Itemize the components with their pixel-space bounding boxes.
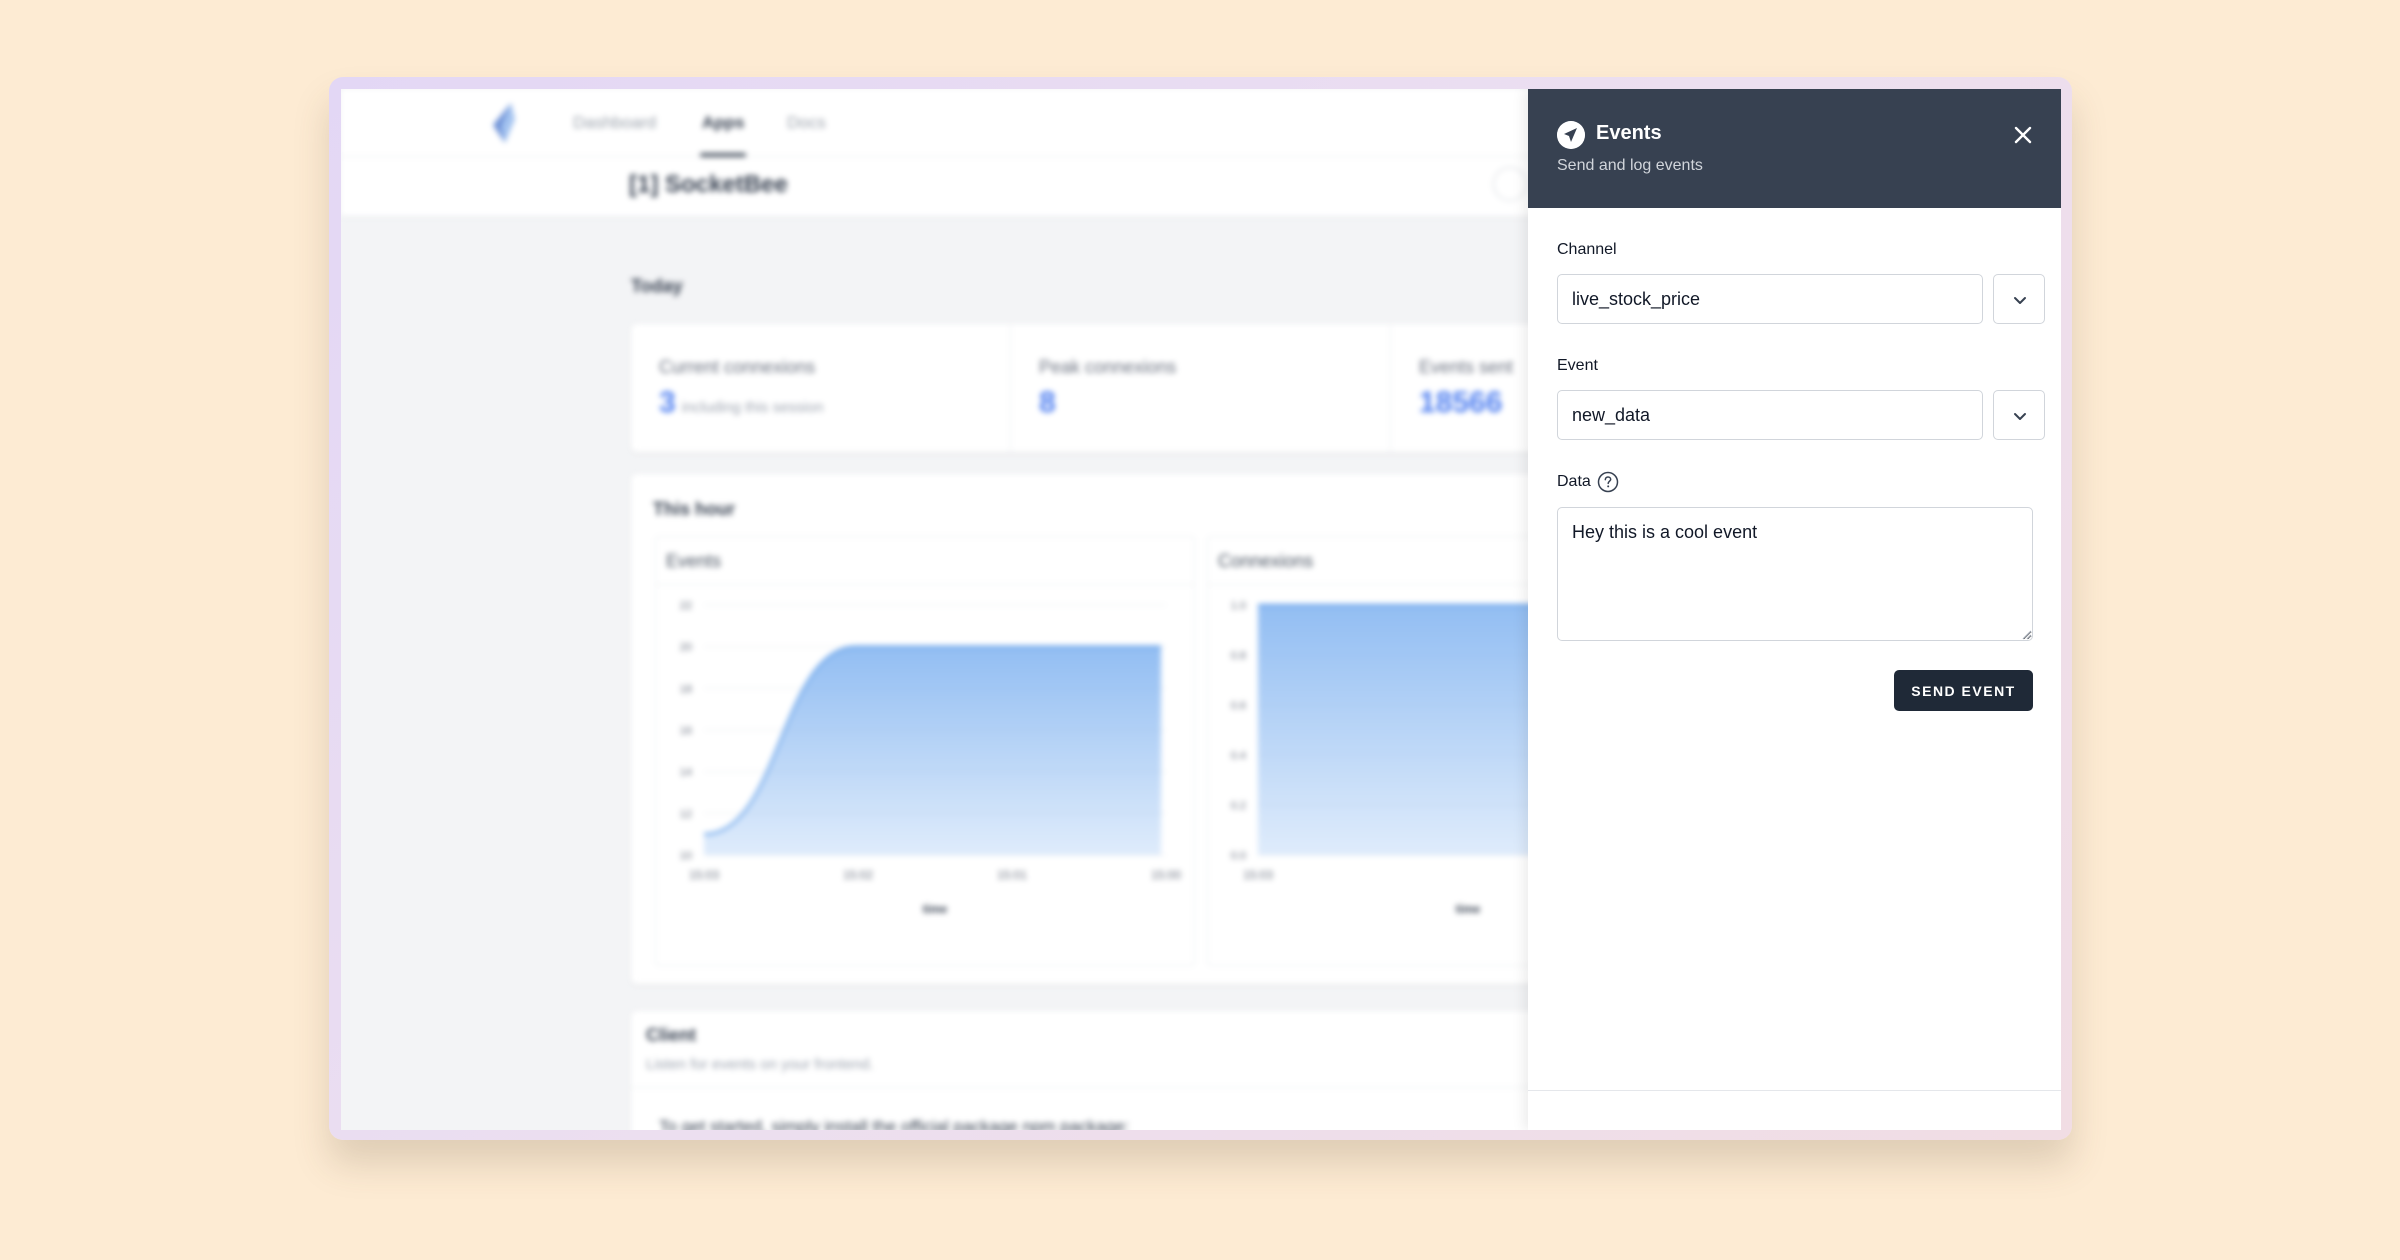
drawer-title: Events <box>1596 122 1662 144</box>
x-axis-label: time <box>1456 902 1481 916</box>
data-textarea[interactable]: Hey this is a cool event <box>1557 507 2033 641</box>
data-label: Data <box>1557 473 1591 490</box>
today-heading: Today <box>631 276 683 296</box>
event-label: Event <box>1557 357 1598 374</box>
x-tick-label: 15:01 <box>997 868 1027 882</box>
series-area <box>704 646 1161 855</box>
chart-header: Events <box>656 537 1194 585</box>
stat-value: 18566 <box>1419 386 1503 419</box>
y-tick-label: 22 <box>680 600 692 612</box>
drawer-subtitle: Send and log events <box>1557 157 1703 174</box>
channel-dropdown-button[interactable] <box>1993 274 2045 324</box>
app-title: [1] SocketBee <box>629 171 788 198</box>
nav-docs[interactable]: Docs <box>787 113 826 133</box>
y-tick-label: 12 <box>680 808 692 820</box>
y-tick-label: 0.6 <box>1231 700 1246 712</box>
app-logo-icon[interactable] <box>481 99 525 147</box>
resize-handle-icon[interactable] <box>2020 628 2032 640</box>
stat-value: 3 including this session <box>659 386 824 419</box>
channel-label: Channel <box>1557 241 1617 258</box>
y-tick-label: 1.0 <box>1231 600 1246 612</box>
help-circle-icon[interactable] <box>1597 471 1619 493</box>
stat-current-connexions: Current connexions 3 including this sessi… <box>631 324 1011 452</box>
events-chart: 22 20 18 16 14 12 10 15:03 15:02 15:01 15:00 time <box>680 600 1182 916</box>
y-tick-label: 0.0 <box>1231 850 1246 862</box>
event-input[interactable] <box>1557 390 1983 440</box>
app-screen: Dashboard Apps Docs [1] SocketBee Today … <box>341 89 2061 1130</box>
divider <box>631 1087 1631 1088</box>
x-axis-label: time <box>923 902 948 916</box>
x-tick-label: 15:03 <box>1243 868 1273 882</box>
paper-plane-icon <box>1557 121 1585 149</box>
client-subtitle: Listen for events on your frontend. <box>646 1056 874 1073</box>
chart-title: Connexions <box>1218 551 1314 571</box>
events-chart-card: Events 22 20 18 16 14 12 10 15:03 15:02 15:01 15:0… <box>655 536 1195 966</box>
drawer-footer-divider <box>1528 1090 2061 1091</box>
y-tick-label: 14 <box>680 767 692 779</box>
y-tick-label: 0.4 <box>1231 750 1246 762</box>
events-drawer: Events Send and log events Channel Event… <box>1528 89 2061 1130</box>
x-tick-label: 15:03 <box>689 868 719 882</box>
y-tick-label: 0.2 <box>1231 800 1246 812</box>
client-title: Client <box>646 1025 697 1045</box>
app-menu-button[interactable] <box>1493 167 1527 201</box>
x-tick-label: 15:02 <box>843 868 873 882</box>
nav-dashboard[interactable]: Dashboard <box>573 113 656 133</box>
nav-apps[interactable]: Apps <box>702 113 745 133</box>
this-hour-heading: This hour <box>653 499 735 519</box>
y-tick-label: 20 <box>680 642 692 654</box>
x-tick-label: 15:00 <box>1151 868 1181 882</box>
stat-label: Current connexions <box>659 357 816 377</box>
chevron-down-icon <box>2014 413 2026 420</box>
y-tick-label: 18 <box>680 683 692 695</box>
close-icon[interactable] <box>2010 122 2036 148</box>
y-tick-label: 16 <box>680 725 692 737</box>
stat-label: Events sent <box>1419 357 1514 377</box>
series-area <box>1258 605 1538 855</box>
stats-panel: Current connexions 3 including this sessi… <box>631 324 1631 452</box>
stat-peak-connexions: Peak connexions 8 <box>1011 324 1391 452</box>
stat-sub: including this session <box>681 399 824 416</box>
y-tick-label: 10 <box>680 850 692 862</box>
y-tick-label: 0.8 <box>1231 650 1246 662</box>
stat-label: Peak connexions <box>1039 357 1177 377</box>
client-instructions: To get started, simply install the offic… <box>659 1117 1130 1130</box>
send-event-button[interactable]: SEND EVENT <box>1894 670 2033 711</box>
event-dropdown-button[interactable] <box>1993 390 2045 440</box>
chevron-down-icon <box>2014 297 2026 304</box>
chart-title: Events <box>666 551 722 571</box>
drawer-header: Events Send and log events <box>1528 89 2061 208</box>
stat-value: 8 <box>1039 386 1056 419</box>
channel-input[interactable] <box>1557 274 1983 324</box>
